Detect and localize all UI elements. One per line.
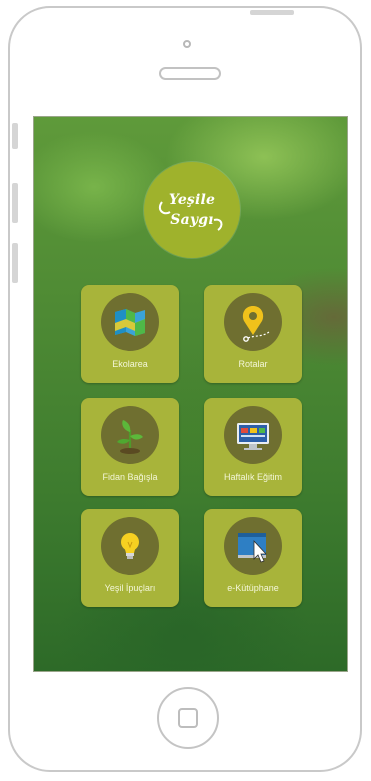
- menu-tile-label: e-Kütüphane: [227, 583, 279, 593]
- volume-up-button: [12, 183, 18, 223]
- menu-tile-label: Yeşil İpuçları: [104, 583, 156, 593]
- menu-tile-label: Ekolarea: [112, 359, 148, 369]
- menu-tile-yesil-ipuclari[interactable]: Yeşil İpuçları: [81, 509, 179, 607]
- menu-tile-label: Fidan Bağışla: [102, 472, 158, 482]
- menu-tile-haftalik-egitim[interactable]: Haftalık Eğitim: [204, 398, 302, 496]
- power-button: [250, 10, 294, 15]
- menu-tile-label: Rotalar: [238, 359, 268, 369]
- logo-swirl-icon: [158, 201, 223, 231]
- menu-tile-rotalar[interactable]: Rotalar: [204, 285, 302, 383]
- ebook-cursor-icon: [224, 517, 282, 575]
- home-square-icon: [178, 708, 198, 728]
- monitor-icon: [224, 406, 282, 464]
- seedling-icon: [101, 406, 159, 464]
- app-screen: Yeşile Saygı Ekolarea Rotalar Fidan Bağı…: [33, 116, 348, 672]
- earpiece-speaker: [159, 67, 221, 80]
- home-button[interactable]: [157, 687, 219, 749]
- menu-tile-label: Haftalık Eğitim: [223, 472, 283, 482]
- logo-line2: Saygı: [170, 212, 214, 228]
- location-pin-icon: [224, 293, 282, 351]
- mute-switch: [12, 123, 18, 149]
- menu-tile-ekolarea[interactable]: Ekolarea: [81, 285, 179, 383]
- menu-tile-fidan-bagisla[interactable]: Fidan Bağışla: [81, 398, 179, 496]
- logo-line1: Yeşile: [168, 192, 216, 208]
- lightbulb-icon: [101, 517, 159, 575]
- front-camera: [183, 40, 191, 48]
- app-logo: Yeşile Saygı: [144, 162, 240, 258]
- menu-tile-e-kutuphane[interactable]: e-Kütüphane: [204, 509, 302, 607]
- volume-down-button: [12, 243, 18, 283]
- map-icon: [101, 293, 159, 351]
